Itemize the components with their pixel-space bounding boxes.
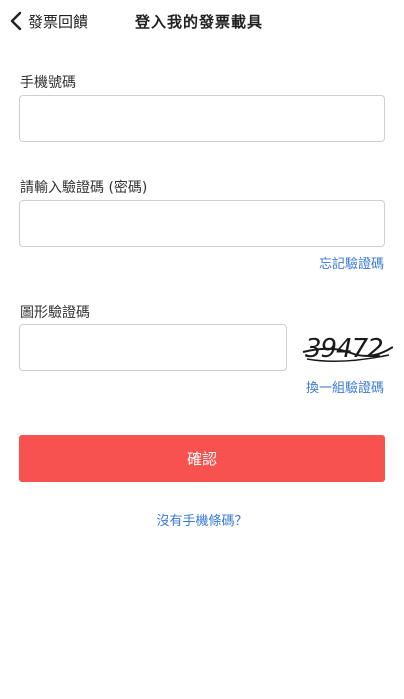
top-bar: 發票回饋 登入我的發票載具: [0, 0, 404, 44]
confirm-button[interactable]: 確認: [19, 435, 385, 482]
forgot-verify-code-link[interactable]: 忘記驗證碼: [319, 253, 384, 272]
chevron-left-icon: [10, 11, 22, 31]
page-title: 登入我的發票載具: [135, 13, 264, 31]
captcha-input[interactable]: [19, 324, 287, 371]
verify-code-input[interactable]: [19, 200, 385, 247]
captcha-image[interactable]: 39472: [301, 325, 394, 369]
verify-code-label: 請輸入驗證碼 (密碼): [20, 180, 148, 196]
phone-input[interactable]: [19, 95, 385, 142]
phone-label: 手機號碼: [20, 75, 76, 91]
captcha-label: 圖形驗證碼: [20, 305, 90, 321]
back-label: 發票回饋: [28, 12, 89, 31]
refresh-captcha-link[interactable]: 換一組驗證碼: [306, 377, 384, 396]
back-button[interactable]: 發票回饋: [10, 8, 88, 34]
no-mobile-barcode-link[interactable]: 沒有手機條碼？: [0, 510, 404, 529]
